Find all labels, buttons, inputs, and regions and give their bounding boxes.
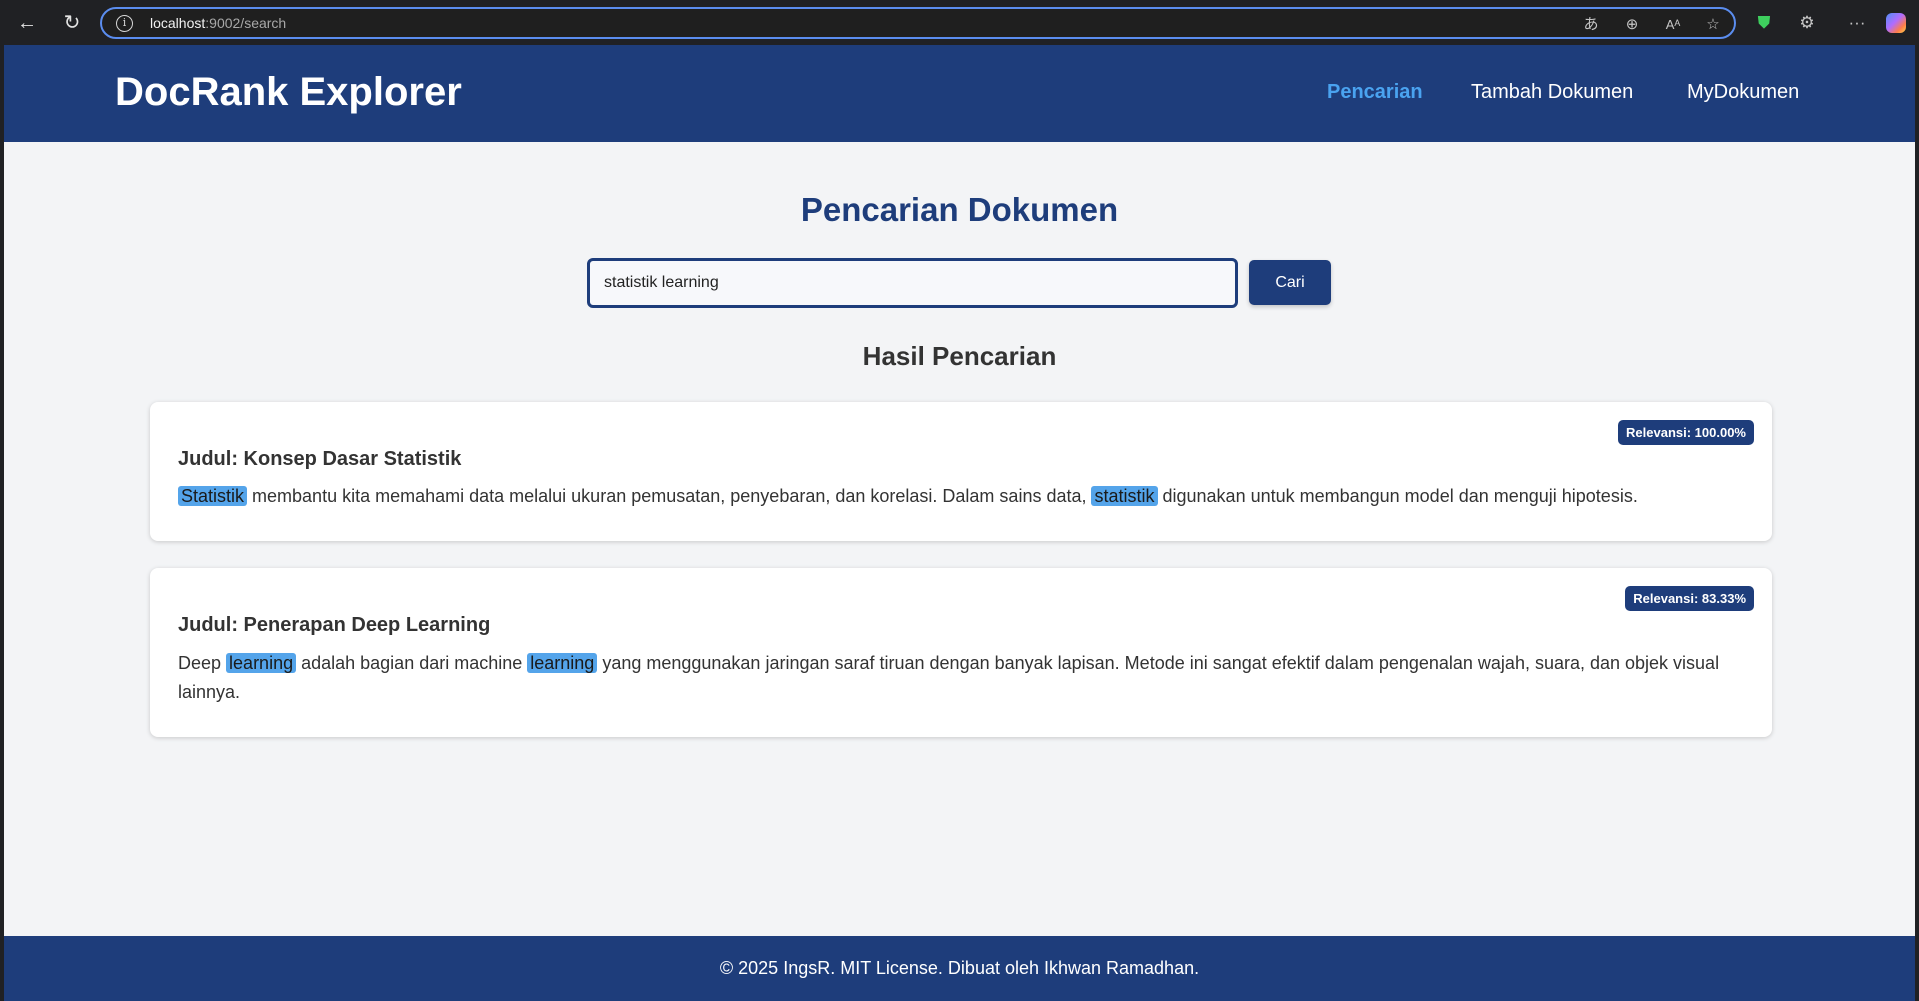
reload-icon[interactable]: ↻ bbox=[59, 10, 85, 36]
snippet-text: membantu kita memahami data melalui ukur… bbox=[247, 486, 1092, 506]
info-icon[interactable]: i bbox=[116, 15, 133, 32]
url-host: localhost bbox=[150, 15, 206, 31]
site-footer: © 2025 IngsR. MIT License. Dibuat oleh I… bbox=[4, 936, 1915, 1001]
extensions-icon[interactable]: ⚙ bbox=[1795, 11, 1819, 35]
result-snippet: Deep learning adalah bagian dari machine… bbox=[178, 649, 1738, 707]
more-icon[interactable]: ··· bbox=[1845, 11, 1869, 35]
search-term-highlight: statistik bbox=[1091, 486, 1158, 506]
search-input[interactable] bbox=[587, 258, 1238, 308]
window-border-right bbox=[1915, 45, 1919, 1001]
nav-link-mydokumen[interactable]: MyDokumen bbox=[1687, 81, 1799, 104]
browser-toolbar: ← ↻ i localhost:9002/search あ ⊕ Aᴬ ☆ ⛊ ⚙… bbox=[0, 0, 1919, 45]
translate-icon[interactable]: あ bbox=[1580, 14, 1602, 36]
search-term-highlight: Statistik bbox=[178, 486, 248, 506]
result-title: Judul: Konsep Dasar Statistik bbox=[178, 448, 462, 470]
search-term-highlight: learning bbox=[527, 653, 598, 673]
brand-logo[interactable]: DocRank Explorer bbox=[115, 70, 462, 115]
page-viewport: DocRank Explorer Pencarian Tambah Dokume… bbox=[4, 45, 1915, 1001]
page-title: Pencarian Dokumen bbox=[800, 191, 1119, 228]
snippet-text: digunakan untuk membangun model dan meng… bbox=[1157, 486, 1638, 506]
result-title: Judul: Penerapan Deep Learning bbox=[178, 614, 491, 636]
search-button[interactable]: Cari bbox=[1249, 260, 1331, 305]
back-icon[interactable]: ← bbox=[14, 10, 40, 36]
result-card: Relevansi: 100.00% Judul: Konsep Dasar S… bbox=[150, 402, 1772, 541]
result-card: Relevansi: 83.33% Judul: Penerapan Deep … bbox=[150, 568, 1772, 737]
relevance-badge: Relevansi: 83.33% bbox=[1625, 586, 1754, 611]
nav-link-tambah-dokumen[interactable]: Tambah Dokumen bbox=[1471, 81, 1633, 104]
read-aloud-icon[interactable]: Aᴬ bbox=[1662, 14, 1684, 36]
result-snippet: Statistik membantu kita memahami data me… bbox=[178, 482, 1738, 511]
site-header: DocRank Explorer Pencarian Tambah Dokume… bbox=[4, 45, 1915, 142]
footer-text: © 2025 IngsR. MIT License. Dibuat oleh I… bbox=[719, 958, 1200, 978]
snippet-text: adalah bagian dari machine bbox=[296, 653, 528, 673]
search-term-highlight: learning bbox=[226, 653, 297, 673]
relevance-badge: Relevansi: 100.00% bbox=[1618, 420, 1754, 445]
nav-link-pencarian[interactable]: Pencarian bbox=[1327, 81, 1423, 104]
url-text[interactable]: localhost:9002/search bbox=[150, 15, 286, 31]
url-path: :9002/search bbox=[205, 15, 287, 31]
shield-icon[interactable]: ⛊ bbox=[1752, 11, 1776, 35]
copilot-icon[interactable] bbox=[1886, 13, 1906, 33]
address-bar[interactable]: i localhost:9002/search あ ⊕ Aᴬ ☆ bbox=[100, 7, 1736, 39]
snippet-text: Deep bbox=[178, 653, 227, 673]
results-title: Hasil Pencarian bbox=[862, 341, 1057, 371]
favorite-icon[interactable]: ☆ bbox=[1702, 14, 1724, 36]
zoom-icon[interactable]: ⊕ bbox=[1621, 14, 1643, 36]
